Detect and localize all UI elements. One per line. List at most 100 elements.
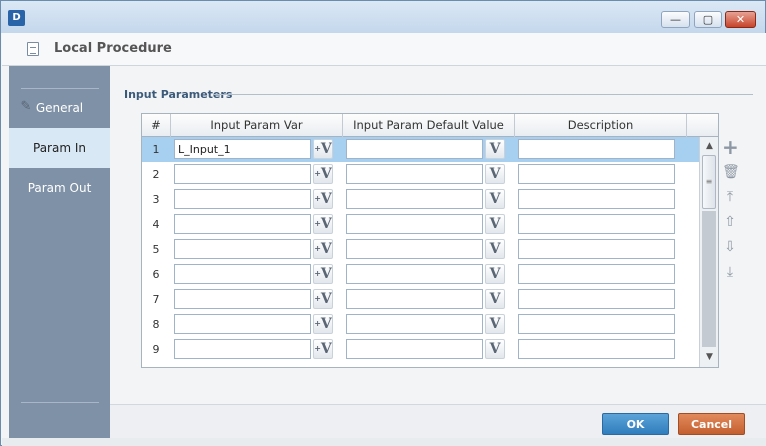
variable-picker-button[interactable]: V [485, 139, 505, 159]
description-input[interactable] [518, 264, 675, 284]
minimize-button[interactable]: — [661, 11, 690, 28]
row-number: 9 [152, 343, 160, 356]
default-value-input[interactable] [346, 139, 483, 159]
arrow-icon: + [314, 219, 321, 228]
variable-picker-button[interactable]: V [485, 339, 505, 359]
table-row[interactable]: 4 +V V [142, 212, 699, 237]
arrow-icon: + [314, 344, 321, 353]
row-number: 2 [152, 168, 160, 181]
default-value-input[interactable] [346, 289, 483, 309]
arrow-icon: + [314, 269, 321, 278]
default-value-input[interactable] [346, 264, 483, 284]
description-input[interactable] [518, 239, 675, 259]
arrow-icon: + [314, 194, 321, 203]
param-var-input[interactable] [174, 289, 311, 309]
insert-variable-button[interactable]: +V [313, 189, 333, 209]
variable-icon: V [489, 241, 501, 257]
delete-row-icon[interactable]: 🗑 [722, 164, 740, 180]
variable-icon: V [320, 241, 332, 257]
scroll-thumb[interactable]: ≡ [702, 155, 716, 209]
variable-icon: V [320, 166, 332, 182]
row-number: 4 [152, 218, 160, 231]
variable-icon: V [320, 291, 332, 307]
param-var-input[interactable] [174, 164, 311, 184]
scroll-up-icon[interactable]: ▲ [701, 138, 718, 154]
nav-item-param-out[interactable]: Param Out [9, 168, 110, 208]
table-row[interactable]: 8 +V V [142, 312, 699, 337]
column-header-default[interactable]: Input Param Default Value [343, 114, 515, 137]
insert-variable-button[interactable]: +V [313, 214, 333, 234]
side-nav: ✎ General Param In Param Out [9, 66, 110, 438]
table-row[interactable]: 6 +V V [142, 262, 699, 287]
variable-picker-button[interactable]: V [485, 239, 505, 259]
dialog-window: D — ▢ ✕ Local Procedure ✎ General Param … [0, 0, 766, 446]
scroll-track[interactable] [702, 211, 716, 347]
insert-variable-button[interactable]: +V [313, 164, 333, 184]
cancel-button[interactable]: Cancel [678, 413, 745, 435]
description-input[interactable] [518, 339, 675, 359]
title-bar[interactable]: D — ▢ ✕ [1, 1, 765, 33]
description-input[interactable] [518, 164, 675, 184]
table-row[interactable]: 1+VV [142, 137, 699, 162]
dialog-title: Local Procedure [54, 41, 172, 56]
param-var-input[interactable] [174, 214, 311, 234]
column-header-var[interactable]: Input Param Var [171, 114, 343, 137]
nav-item-general[interactable]: ✎ General [9, 88, 110, 128]
table-row[interactable]: 3 +V V [142, 187, 699, 212]
description-input[interactable] [518, 139, 675, 159]
move-down-icon[interactable]: ⇩ [722, 239, 738, 255]
insert-variable-button[interactable]: +V [313, 239, 333, 259]
row-number: 6 [152, 268, 160, 281]
table-row[interactable]: 9 +V V [142, 337, 699, 362]
variable-icon: V [489, 341, 501, 357]
param-var-input[interactable] [174, 314, 311, 334]
variable-picker-button[interactable]: V [485, 214, 505, 234]
table-row[interactable]: 2 +V V [142, 162, 699, 187]
nav-divider [21, 402, 99, 403]
nav-item-label: Param Out [27, 181, 92, 195]
section-divider [213, 94, 753, 95]
insert-variable-button[interactable]: +V [313, 139, 333, 159]
table-row[interactable]: 7 +V V [142, 287, 699, 312]
description-input[interactable] [518, 214, 675, 234]
insert-variable-button[interactable]: +V [313, 314, 333, 334]
insert-variable-button[interactable]: +V [313, 289, 333, 309]
param-var-input[interactable] [174, 189, 311, 209]
param-var-input[interactable] [174, 339, 311, 359]
scroll-down-icon[interactable]: ▼ [701, 349, 718, 365]
move-top-icon[interactable]: ⤒ [722, 189, 738, 205]
table-row[interactable]: 5 +V V [142, 237, 699, 262]
variable-picker-button[interactable]: V [485, 264, 505, 284]
insert-variable-button[interactable]: +V [313, 264, 333, 284]
nav-item-label: Param In [33, 141, 86, 155]
procedure-icon [27, 42, 39, 56]
insert-variable-button[interactable]: +V [313, 339, 333, 359]
default-value-input[interactable] [346, 214, 483, 234]
column-header-number[interactable]: # [142, 114, 171, 137]
default-value-input[interactable] [346, 164, 483, 184]
description-input[interactable] [518, 314, 675, 334]
variable-picker-button[interactable]: V [485, 164, 505, 184]
variable-picker-button[interactable]: V [485, 189, 505, 209]
add-row-icon[interactable]: + [722, 137, 739, 157]
nav-item-param-in[interactable]: Param In [9, 128, 110, 168]
default-value-input[interactable] [346, 339, 483, 359]
move-bottom-icon[interactable]: ⤓ [722, 264, 738, 280]
param-var-input[interactable] [174, 139, 311, 159]
pencil-icon: ✎ [20, 99, 32, 114]
ok-button[interactable]: OK [602, 413, 669, 435]
description-input[interactable] [518, 289, 675, 309]
maximize-button[interactable]: ▢ [694, 11, 722, 28]
vertical-scrollbar[interactable]: ▲ ≡ ▼ [699, 137, 718, 367]
column-header-description[interactable]: Description [515, 114, 687, 137]
default-value-input[interactable] [346, 314, 483, 334]
variable-picker-button[interactable]: V [485, 314, 505, 334]
close-button[interactable]: ✕ [725, 11, 756, 28]
param-var-input[interactable] [174, 239, 311, 259]
default-value-input[interactable] [346, 239, 483, 259]
variable-picker-button[interactable]: V [485, 289, 505, 309]
default-value-input[interactable] [346, 189, 483, 209]
move-up-icon[interactable]: ⇧ [722, 214, 738, 230]
description-input[interactable] [518, 189, 675, 209]
param-var-input[interactable] [174, 264, 311, 284]
